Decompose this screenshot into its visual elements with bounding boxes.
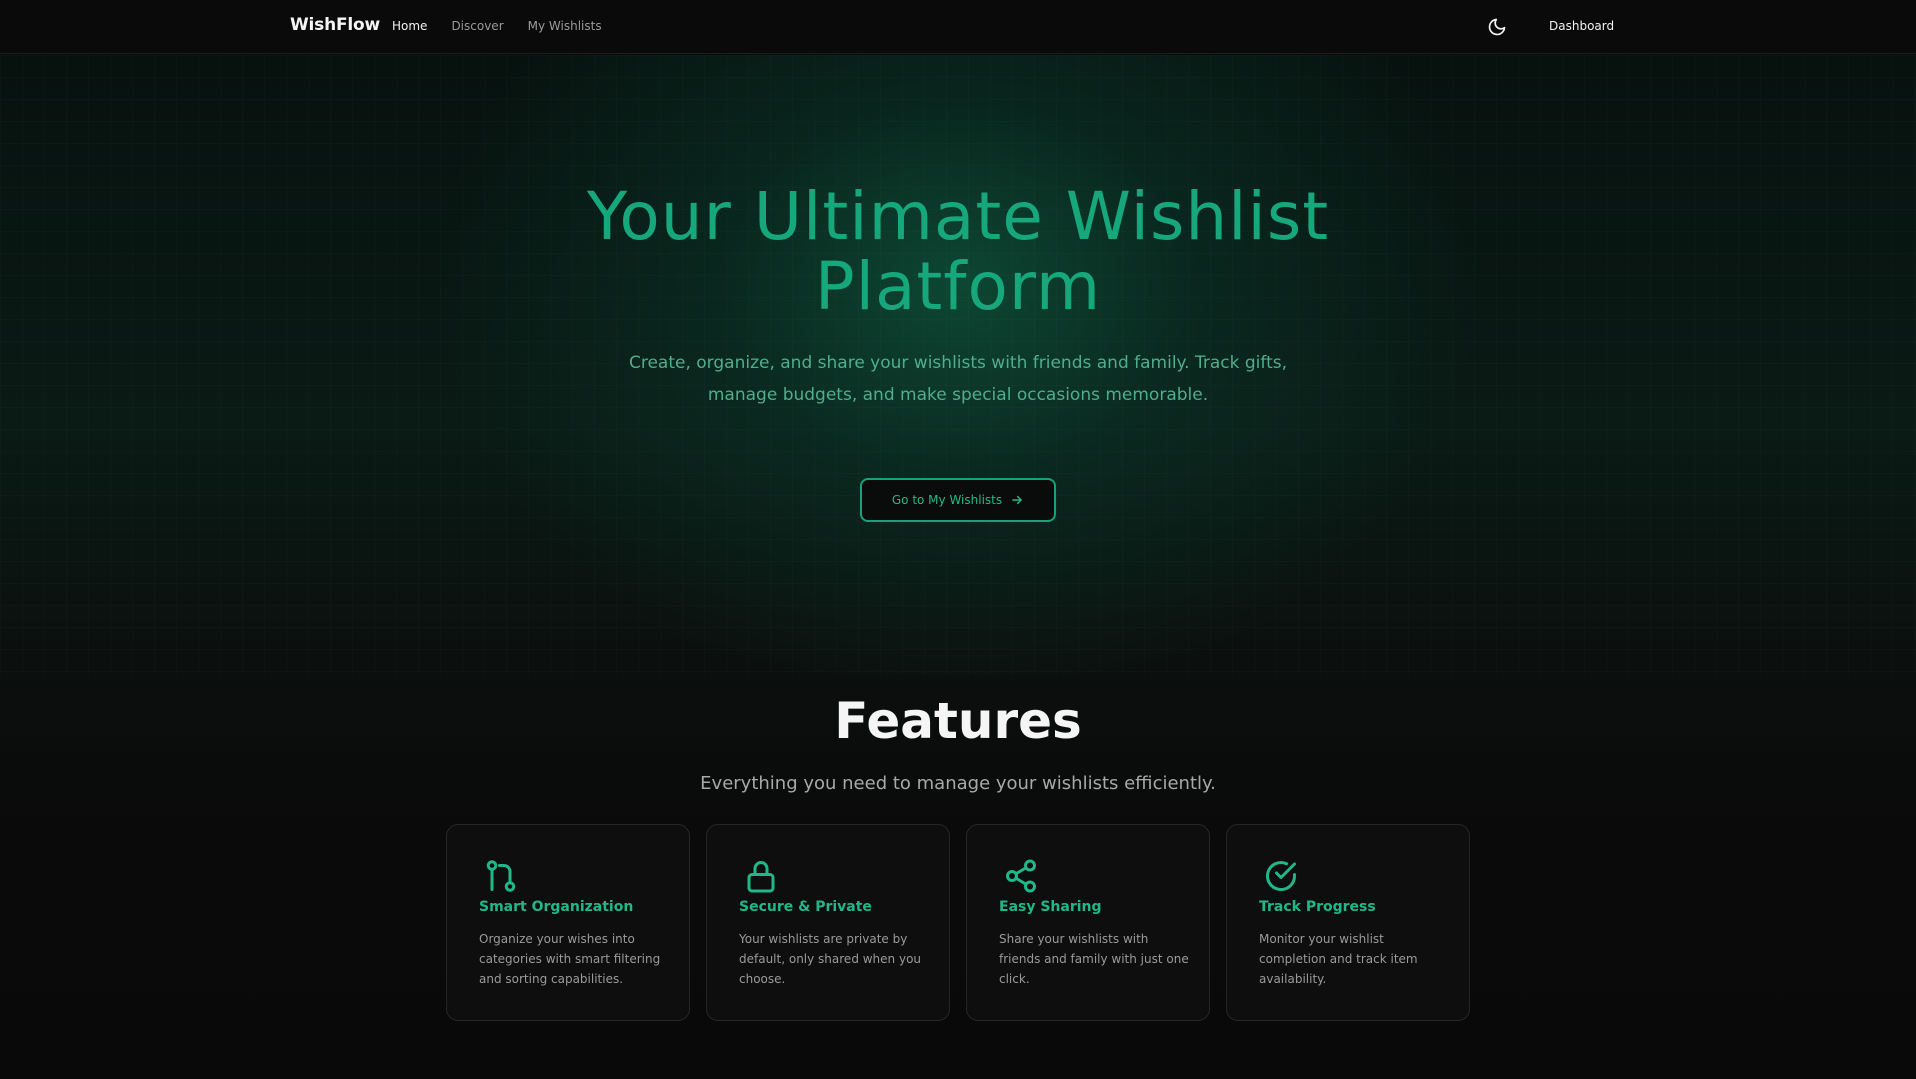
share-icon: [1006, 859, 1036, 893]
feature-card-description: Monitor your wishlist completion and tra…: [1259, 932, 1418, 986]
features-title: Features: [834, 692, 1082, 750]
nav-my-wishlists[interactable]: My Wishlists: [528, 19, 602, 33]
hero-section: Your Ultimate Wishlist Platform Create, …: [0, 55, 1916, 675]
feature-card-smart-organization: Smart Organization Organize your wishes …: [446, 824, 690, 1021]
page: WishFlow Home Discover My Wishlists Dash…: [0, 0, 1916, 1079]
feature-card-secure-private: Secure & Private Your wishlists are priv…: [706, 824, 950, 1021]
dashboard-link[interactable]: Dashboard: [1549, 19, 1614, 33]
main-nav: Home Discover My Wishlists: [392, 19, 602, 33]
nav-discover[interactable]: Discover: [451, 19, 503, 33]
feature-card-title: Secure & Private: [739, 899, 872, 915]
brand-logo[interactable]: WishFlow: [290, 15, 380, 35]
hero-subtitle: Create, organize, and share your wishlis…: [628, 353, 1288, 405]
feature-card-description: Organize your wishes into categories wit…: [479, 932, 661, 986]
feature-card-track-progress: Track Progress Monitor your wishlist com…: [1226, 824, 1470, 1021]
feature-cards: Smart Organization Organize your wishes …: [446, 824, 1470, 1021]
feature-card-title: Track Progress: [1259, 899, 1376, 915]
nav-home[interactable]: Home: [392, 19, 427, 33]
lock-icon: [747, 861, 775, 893]
git-pull-request-icon: [486, 860, 516, 892]
feature-card-title: Smart Organization: [479, 899, 634, 915]
arrow-right-icon: [1012, 495, 1022, 505]
moon-icon: [1488, 18, 1506, 36]
features-section: Features Everything you need to manage y…: [0, 675, 1916, 1079]
features-subtitle: Everything you need to manage your wishl…: [700, 773, 1216, 794]
feature-card-easy-sharing: Easy Sharing Share your wishlists with f…: [966, 824, 1210, 1021]
hero-title: Your Ultimate Wishlist Platform: [586, 178, 1330, 325]
go-to-my-wishlists-button[interactable]: Go to My Wishlists: [860, 478, 1056, 522]
feature-card-title: Easy Sharing: [999, 899, 1102, 915]
feature-card-description: Your wishlists are private by default, o…: [739, 932, 922, 986]
theme-toggle-button[interactable]: [1487, 17, 1507, 37]
cta-label: Go to My Wishlists: [891, 493, 1003, 507]
top-navbar: WishFlow Home Discover My Wishlists Dash…: [0, 0, 1916, 54]
feature-card-description: Share your wishlists with friends and fa…: [999, 932, 1189, 986]
check-circle-icon: [1266, 861, 1296, 891]
